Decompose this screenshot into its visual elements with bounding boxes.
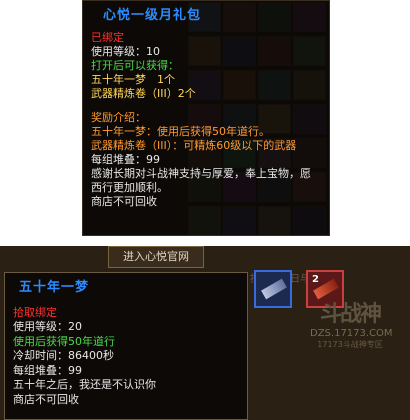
gift-pack-screenshot: 心悦一级月礼包 已绑定 使用等级：10 打开后可以获得： 五十年一梦 1个 武器…: [82, 0, 330, 236]
description: 感谢长期对斗战神支持与厚爱，奉上宝物，愿西行更加顺利。: [91, 167, 311, 194]
item-count: 2: [312, 274, 319, 285]
item-screenshot: 进入心悦官网 按照自然日与 2 斗战神 DZS.17173.COM 17173斗…: [0, 246, 410, 420]
stack-size: 每组堆叠：99: [91, 153, 160, 166]
tooltip-title: 心悦一级月礼包: [103, 8, 202, 23]
open-header: 打开后可以获得：: [91, 59, 179, 72]
watermark-subtitle: 17173斗战神专区: [317, 340, 383, 349]
cooldown: 冷却时间：86400秒: [13, 349, 114, 362]
item-tooltip: 心悦一级月礼包 已绑定 使用等级：10 打开后可以获得： 五十年一梦 1个 武器…: [82, 0, 330, 236]
reward-item: 五十年一梦：使用后获得50年道行。: [91, 125, 270, 138]
shop-status: 商店不可回收: [13, 392, 79, 406]
reward-item: 武器精炼卷（III）：可精炼60级以下的武器: [91, 139, 297, 152]
item-tooltip: 五十年一梦 拾取绑定 使用等级：20 使用后获得50年道行 冷却时间：86400…: [4, 272, 248, 420]
bind-status: 已绑定: [91, 31, 124, 44]
bind-status: 拾取绑定: [13, 305, 57, 319]
reward-header: 奖励介绍：: [91, 111, 146, 124]
content-item: 五十年一梦 1个: [91, 73, 175, 86]
official-site-button[interactable]: 进入心悦官网: [108, 246, 204, 268]
item-slot[interactable]: [254, 270, 292, 308]
description: 五十年之后，我还是不认识你: [13, 378, 156, 391]
watermark-logo: 斗战神 DZS.17173.COM 17173斗战神专区: [310, 296, 393, 350]
content-item: 武器精炼卷（III）2个: [91, 87, 196, 100]
watermark-title: 斗战神: [319, 302, 382, 327]
use-level: 使用等级：20: [13, 320, 82, 333]
scroll-item-icon: [261, 278, 287, 300]
item-effect: 使用后获得50年道行: [13, 334, 115, 348]
use-level: 使用等级：10: [91, 45, 160, 58]
stack-size: 每组堆叠：99: [13, 363, 82, 377]
tooltip-title: 五十年一梦: [19, 280, 90, 295]
watermark-url: DZS.17173.COM: [310, 328, 393, 339]
shop-status: 商店不可回收: [91, 195, 157, 208]
